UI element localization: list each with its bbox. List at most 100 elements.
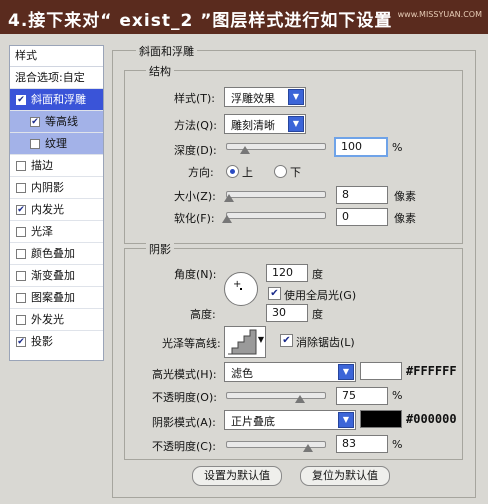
style-item-texture[interactable]: 纹理 bbox=[10, 133, 103, 155]
chevron-down-icon: ▼ bbox=[288, 116, 304, 132]
highlight-opacity-unit: % bbox=[392, 389, 403, 402]
outer-glow-checkbox[interactable] bbox=[16, 315, 26, 325]
altitude-unit: 度 bbox=[312, 308, 323, 321]
size-unit: 像素 bbox=[394, 190, 416, 203]
slider-thumb[interactable] bbox=[303, 444, 313, 452]
highlight-mode-value: 滤色 bbox=[231, 367, 253, 380]
shadow-hex: #000000 bbox=[406, 412, 457, 426]
highlight-opacity-slider[interactable] bbox=[226, 392, 326, 403]
inner-glow-checkbox[interactable]: ✔ bbox=[16, 205, 26, 215]
style-item-label: 内阴影 bbox=[31, 181, 64, 194]
global-light-checkbox[interactable]: ✔ bbox=[268, 287, 281, 300]
shading-title: 阴影 bbox=[146, 241, 174, 257]
blend-options-label: 混合选项:自定 bbox=[15, 71, 85, 84]
size-value: 8 bbox=[342, 188, 349, 201]
style-item-label: 描边 bbox=[31, 159, 53, 172]
shadow-opacity-value: 83 bbox=[342, 437, 356, 450]
tutorial-banner: 4.接下来对“ exist_2 ”图层样式进行如下设置 www.MISSYUAN… bbox=[0, 0, 488, 34]
styles-header: 样式 bbox=[10, 46, 103, 67]
size-slider[interactable] bbox=[224, 191, 326, 202]
angle-input[interactable]: 120 bbox=[266, 264, 308, 282]
structure-title: 结构 bbox=[146, 63, 174, 79]
style-select[interactable]: 浮雕效果 ▼ bbox=[224, 87, 306, 107]
highlight-opacity-input[interactable]: 75 bbox=[336, 387, 388, 405]
style-item-satin[interactable]: 光泽 bbox=[10, 221, 103, 243]
gloss-contour-picker[interactable]: ▼ bbox=[224, 326, 266, 358]
shadow-mode-select[interactable]: 正片叠底 ▼ bbox=[224, 410, 356, 430]
angle-dial[interactable]: + bbox=[224, 272, 258, 306]
style-item-bevel-emboss[interactable]: ✔ 斜面和浮雕 bbox=[10, 89, 103, 111]
style-item-pattern-overlay[interactable]: 图案叠加 bbox=[10, 287, 103, 309]
chevron-down-icon: ▼ bbox=[338, 364, 354, 380]
satin-checkbox[interactable] bbox=[16, 227, 26, 237]
method-select-value: 雕刻清晰 bbox=[231, 119, 275, 132]
color-overlay-checkbox[interactable] bbox=[16, 249, 26, 259]
make-default-button[interactable]: 设置为默认值 bbox=[192, 466, 282, 486]
chevron-down-icon: ▼ bbox=[257, 335, 264, 344]
size-label: 大小(Z): bbox=[174, 190, 216, 203]
blend-options-item[interactable]: 混合选项:自定 bbox=[10, 67, 103, 89]
shadow-opacity-input[interactable]: 83 bbox=[336, 435, 388, 453]
soften-label: 软化(F): bbox=[174, 212, 215, 225]
style-item-color-overlay[interactable]: 颜色叠加 bbox=[10, 243, 103, 265]
style-item-label: 斜面和浮雕 bbox=[31, 93, 86, 106]
angle-unit: 度 bbox=[312, 268, 323, 281]
style-item-label: 内发光 bbox=[31, 203, 64, 216]
soften-slider[interactable] bbox=[222, 212, 326, 223]
contour-preview-icon bbox=[228, 329, 257, 355]
antialias-checkbox[interactable]: ✔ bbox=[280, 334, 293, 347]
depth-input[interactable]: 100 bbox=[334, 137, 388, 157]
bevel-emboss-settings: 斜面和浮雕 结构 样式(T): 浮雕效果 ▼ 方法(Q): 雕刻清晰 ▼ 深度(D)… bbox=[112, 40, 479, 498]
size-input[interactable]: 8 bbox=[336, 186, 388, 204]
style-item-outer-glow[interactable]: 外发光 bbox=[10, 309, 103, 331]
direction-down-radio[interactable] bbox=[274, 165, 287, 178]
bevel-checkbox[interactable]: ✔ bbox=[16, 95, 26, 105]
depth-unit: % bbox=[392, 141, 403, 154]
style-item-drop-shadow[interactable]: ✔ 投影 bbox=[10, 331, 103, 352]
style-item-inner-shadow[interactable]: 内阴影 bbox=[10, 177, 103, 199]
highlight-color-swatch[interactable] bbox=[360, 362, 402, 380]
gradient-overlay-checkbox[interactable] bbox=[16, 271, 26, 281]
highlight-mode-label: 高光模式(H): bbox=[152, 368, 217, 381]
drop-shadow-checkbox[interactable]: ✔ bbox=[16, 337, 26, 347]
style-item-label: 图案叠加 bbox=[31, 291, 75, 304]
dial-center-icon bbox=[240, 288, 242, 290]
altitude-input[interactable]: 30 bbox=[266, 304, 308, 322]
angle-label: 角度(N): bbox=[174, 268, 217, 281]
depth-slider[interactable] bbox=[226, 143, 326, 154]
altitude-label: 高度: bbox=[190, 308, 216, 321]
slider-thumb[interactable] bbox=[295, 395, 305, 403]
method-select[interactable]: 雕刻清晰 ▼ bbox=[224, 114, 306, 134]
styles-list-panel: 样式 混合选项:自定 ✔ 斜面和浮雕 ✔ 等高线 纹理 描边 内阴影 ✔ 内发光 光泽… bbox=[9, 45, 104, 361]
contour-checkbox[interactable]: ✔ bbox=[30, 117, 40, 127]
inner-shadow-checkbox[interactable] bbox=[16, 183, 26, 193]
style-item-gradient-overlay[interactable]: 渐变叠加 bbox=[10, 265, 103, 287]
style-item-label: 颜色叠加 bbox=[31, 247, 75, 260]
shadow-color-swatch[interactable] bbox=[360, 410, 402, 428]
method-label: 方法(Q): bbox=[174, 119, 217, 132]
slider-thumb[interactable] bbox=[224, 194, 234, 202]
depth-label: 深度(D): bbox=[174, 144, 217, 157]
antialias-label: 消除锯齿(L) bbox=[296, 336, 355, 349]
direction-up-radio[interactable] bbox=[226, 165, 239, 178]
style-item-stroke[interactable]: 描边 bbox=[10, 155, 103, 177]
style-item-label: 光泽 bbox=[31, 225, 53, 238]
style-item-label: 外发光 bbox=[31, 313, 64, 326]
slider-thumb[interactable] bbox=[222, 215, 232, 223]
highlight-mode-select[interactable]: 滤色 ▼ bbox=[224, 362, 356, 382]
shadow-opacity-unit: % bbox=[392, 438, 403, 451]
style-item-contour[interactable]: ✔ 等高线 bbox=[10, 111, 103, 133]
banner-title: 4.接下来对“ exist_2 ”图层样式进行如下设置 bbox=[8, 11, 393, 31]
highlight-opacity-value: 75 bbox=[342, 389, 356, 402]
soften-input[interactable]: 0 bbox=[336, 208, 388, 226]
direction-label: 方向: bbox=[188, 166, 214, 179]
highlight-hex: #FFFFFF bbox=[406, 364, 457, 378]
style-item-inner-glow[interactable]: ✔ 内发光 bbox=[10, 199, 103, 221]
style-item-label: 渐变叠加 bbox=[31, 269, 75, 282]
texture-checkbox[interactable] bbox=[30, 139, 40, 149]
reset-default-button[interactable]: 复位为默认值 bbox=[300, 466, 390, 486]
slider-thumb[interactable] bbox=[240, 146, 250, 154]
shadow-opacity-slider[interactable] bbox=[226, 441, 326, 452]
pattern-overlay-checkbox[interactable] bbox=[16, 293, 26, 303]
stroke-checkbox[interactable] bbox=[16, 161, 26, 171]
